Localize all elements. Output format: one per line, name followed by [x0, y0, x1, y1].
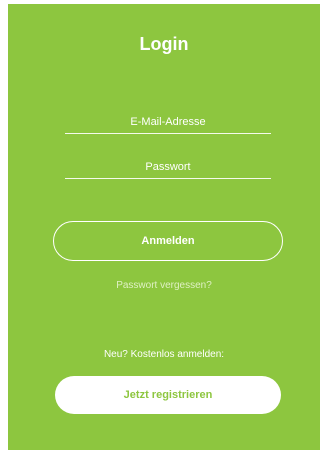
register-button[interactable]: Jetzt registrieren: [55, 376, 281, 414]
login-button[interactable]: Anmelden: [53, 221, 283, 261]
password-field[interactable]: [65, 155, 271, 179]
login-panel: Login Anmelden Passwort vergessen? Neu? …: [8, 4, 320, 450]
forgot-password-link[interactable]: Passwort vergessen?: [8, 280, 320, 291]
page-title: Login: [139, 34, 189, 54]
register-prompt: Neu? Kostenlos anmelden:: [103, 349, 225, 360]
email-field[interactable]: [65, 110, 271, 134]
